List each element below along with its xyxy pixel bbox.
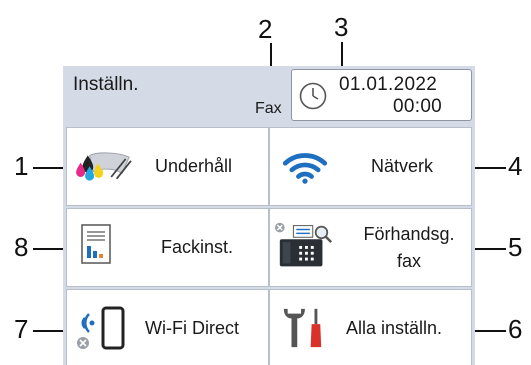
callout-7: 7 [14,314,29,344]
fax-preview-label-line1: Förhandsg. [363,224,455,244]
fax-preview-label: Förhandsg. fax [354,221,464,275]
fax-report-icon [81,224,111,264]
date-text: 01.01.2022 [339,74,438,95]
wifi-icon [282,153,328,184]
fax-preview-button[interactable]: Förhandsg. fax [269,208,472,287]
callout-8: 8 [14,232,29,262]
time-text: 00:00 [393,96,443,117]
callout-5: 5 [508,232,523,262]
ink-toner-icon [76,152,132,181]
all-settings-label: Alla inställn. [346,318,443,338]
all-settings-button[interactable]: Alla inställn. [269,289,472,365]
clock-icon [299,82,327,110]
fax-preview-icon [274,222,333,267]
callout-4-line [472,167,506,169]
callout-2: 2 [258,14,273,44]
wifi-direct-button[interactable]: Wi-Fi Direct [66,289,269,365]
callout-4: 4 [508,151,523,181]
device-screen: Inställn. Fax 01.01.2022 00:00 Underhåll [63,66,475,365]
date-time-button[interactable]: 01.01.2022 00:00 [291,69,472,121]
status-bar: Inställn. Fax 01.01.2022 00:00 [63,66,475,121]
tools-icon [283,308,322,348]
wifi-direct-label: Wi-Fi Direct [145,318,239,338]
fax-preview-label-line2: fax [396,251,421,271]
callout-3: 3 [334,12,349,42]
maintenance-button[interactable]: Underhåll [66,127,269,206]
callout-3-line [341,42,343,66]
fax-indicator: Fax [255,100,282,117]
network-button[interactable]: Nätverk [269,127,472,206]
maintenance-label: Underhåll [155,156,233,176]
callout-6: 6 [508,314,523,344]
network-label: Nätverk [371,156,434,176]
callout-1: 1 [14,151,29,181]
screen-title: Inställn. [73,74,139,95]
callout-6-line [472,330,506,332]
fax-settings-label: Fackinst. [161,237,234,257]
wifi-direct-icon [77,306,125,350]
fax-settings-button[interactable]: Fackinst. [66,208,269,287]
callout-5-line [472,248,506,250]
